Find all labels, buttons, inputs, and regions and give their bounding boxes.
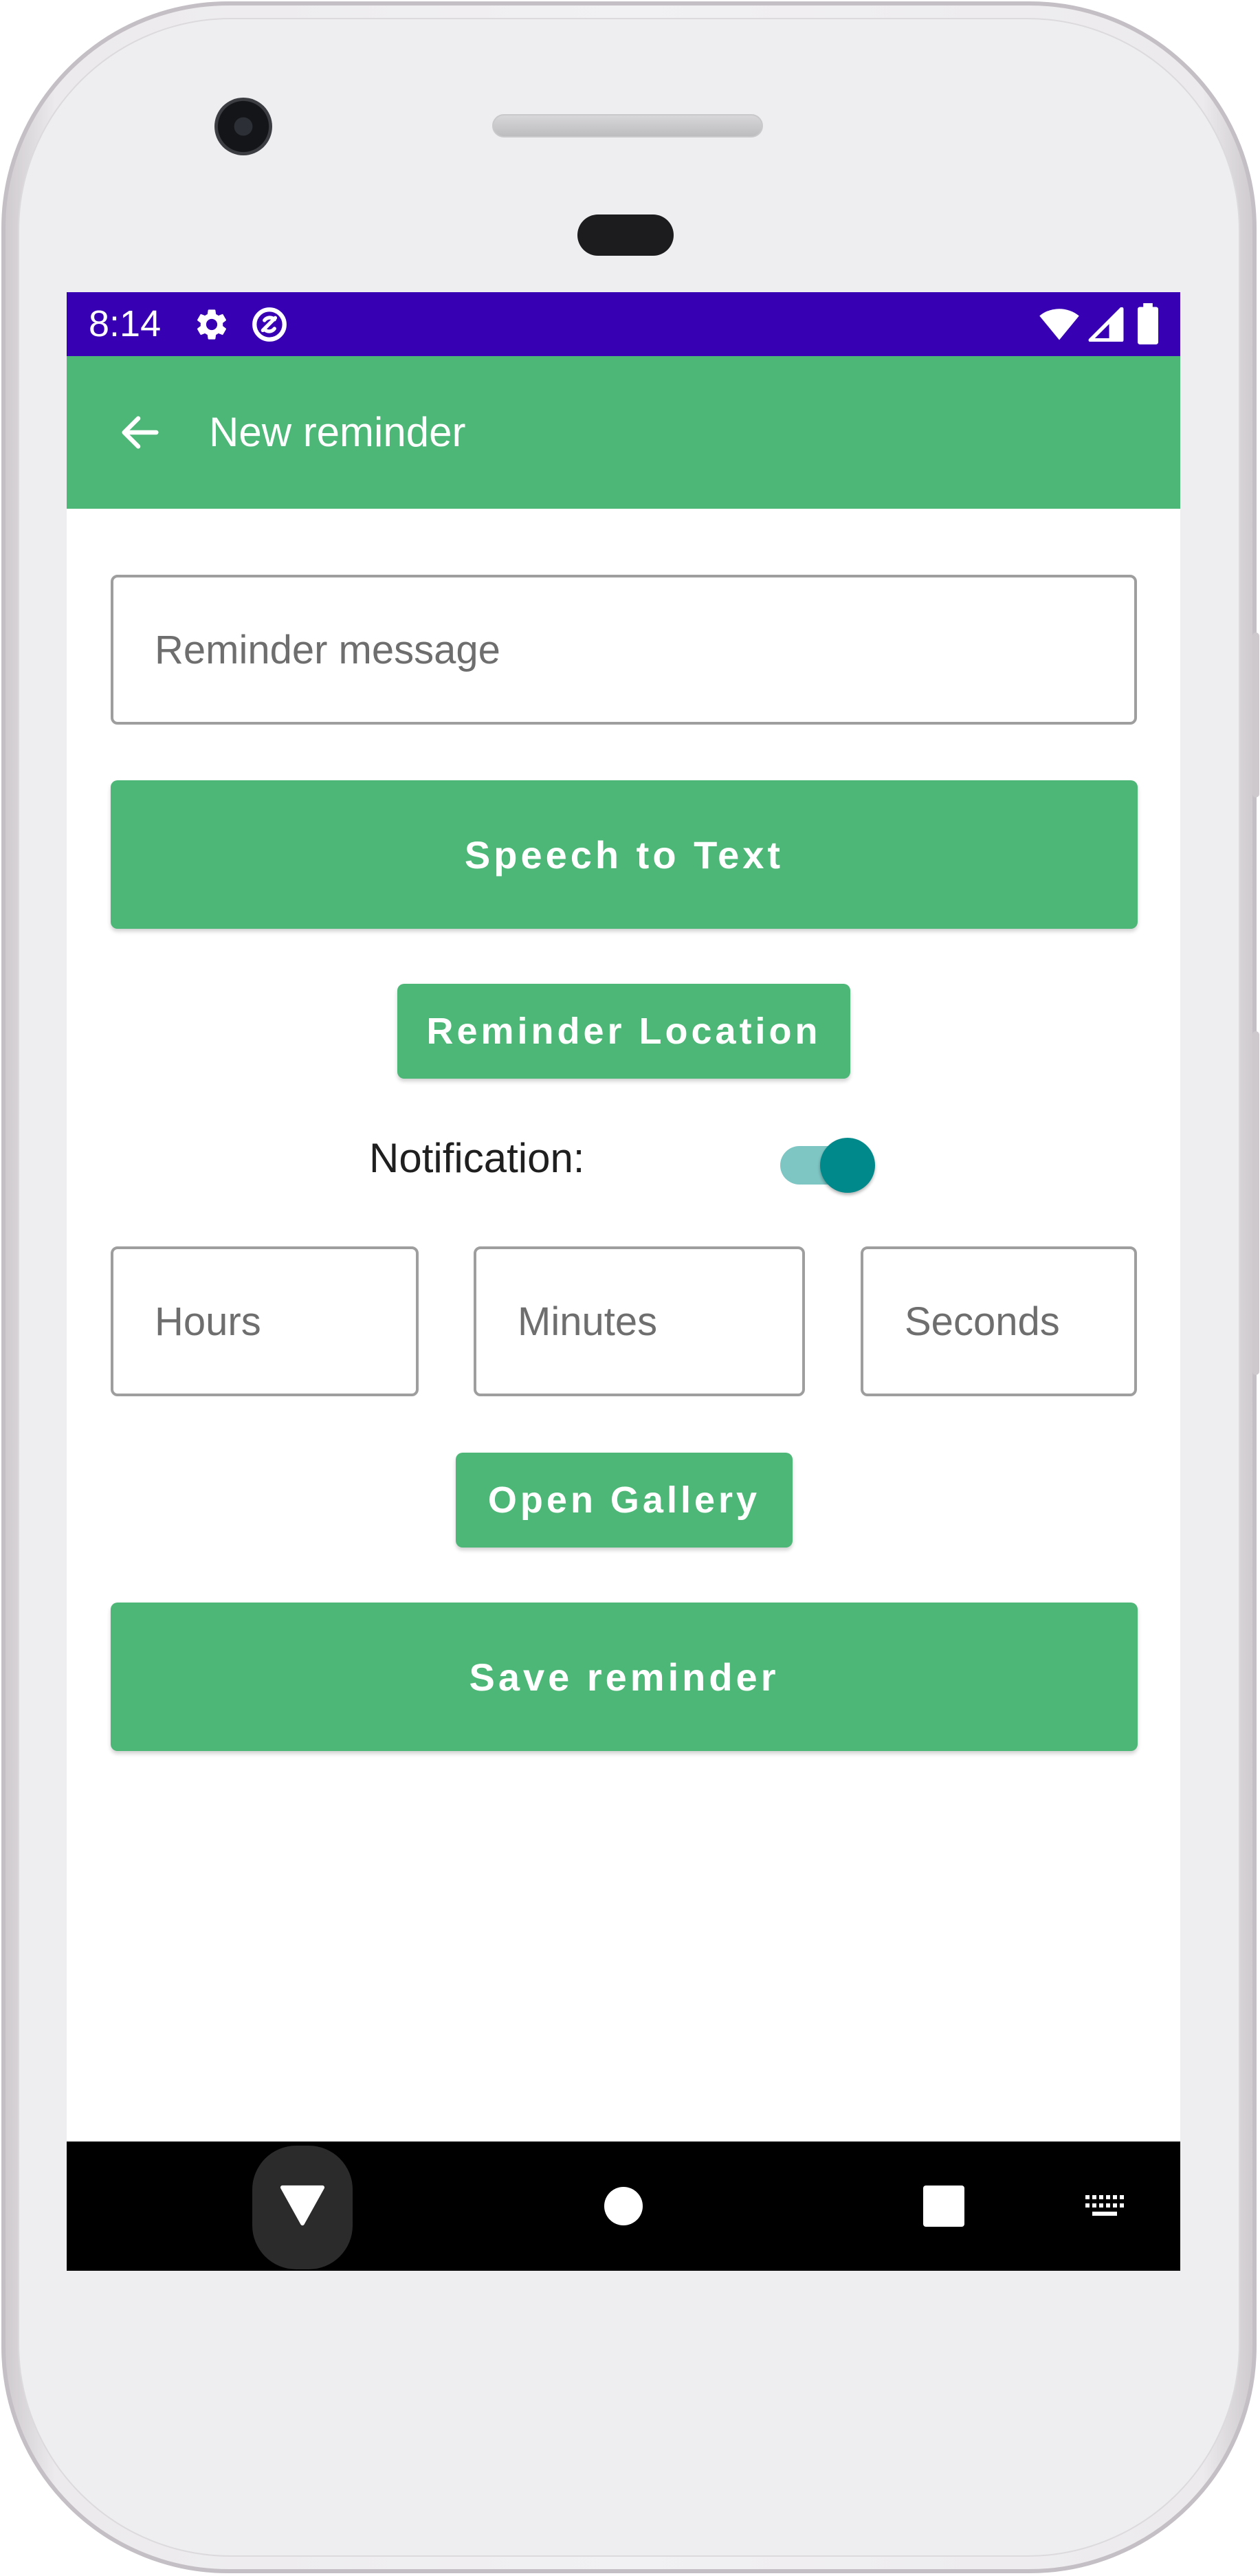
hours-field[interactable]: Hours (111, 1246, 419, 1396)
front-camera (214, 98, 272, 155)
back-button[interactable] (252, 2146, 353, 2269)
recents-square-icon[interactable] (923, 2186, 964, 2227)
status-time: 8:14 (89, 303, 162, 344)
keyboard-icon[interactable] (1084, 2192, 1128, 2220)
save-reminder-label: Save reminder (469, 1655, 780, 1699)
open-gallery-button[interactable]: Open Gallery (456, 1453, 793, 1548)
notification-label: Notification: (369, 1135, 585, 1181)
battery-icon (1138, 303, 1158, 344)
reminder-message-field[interactable]: Reminder message (111, 575, 1137, 725)
open-gallery-label: Open Gallery (487, 1479, 761, 1521)
sync-icon (252, 307, 287, 342)
page-title: New reminder (209, 409, 466, 455)
speech-to-text-button[interactable]: Speech to Text (111, 780, 1138, 929)
app-bar: New reminder (67, 356, 1180, 509)
back-triangle-icon (280, 2185, 325, 2226)
hours-placeholder: Hours (155, 1299, 261, 1344)
status-bar: 8:14 (67, 292, 1180, 356)
home-circle-icon[interactable] (604, 2187, 643, 2225)
app-screen: 8:14 New reminder Reminder message Speec… (67, 292, 1180, 2271)
seconds-placeholder: Seconds (905, 1299, 1060, 1344)
system-nav-bar (67, 2142, 1180, 2271)
signal-icon (1088, 307, 1124, 342)
notification-switch-thumb[interactable] (820, 1138, 875, 1193)
earpiece-speaker (492, 114, 763, 137)
minutes-field[interactable]: Minutes (474, 1246, 805, 1396)
minutes-placeholder: Minutes (518, 1299, 658, 1344)
proximity-sensor (577, 214, 674, 256)
speech-to-text-label: Speech to Text (464, 833, 784, 877)
power-button (1252, 632, 1259, 797)
arrow-back-icon[interactable] (116, 408, 164, 456)
reminder-message-placeholder: Reminder message (155, 627, 500, 672)
seconds-field[interactable]: Seconds (861, 1246, 1137, 1396)
reminder-location-label: Reminder Location (426, 1011, 821, 1052)
wifi-icon (1039, 309, 1079, 340)
save-reminder-button[interactable]: Save reminder (111, 1603, 1138, 1751)
gear-icon (197, 309, 227, 340)
reminder-location-button[interactable]: Reminder Location (397, 984, 850, 1079)
volume-button (1252, 1031, 1259, 1375)
